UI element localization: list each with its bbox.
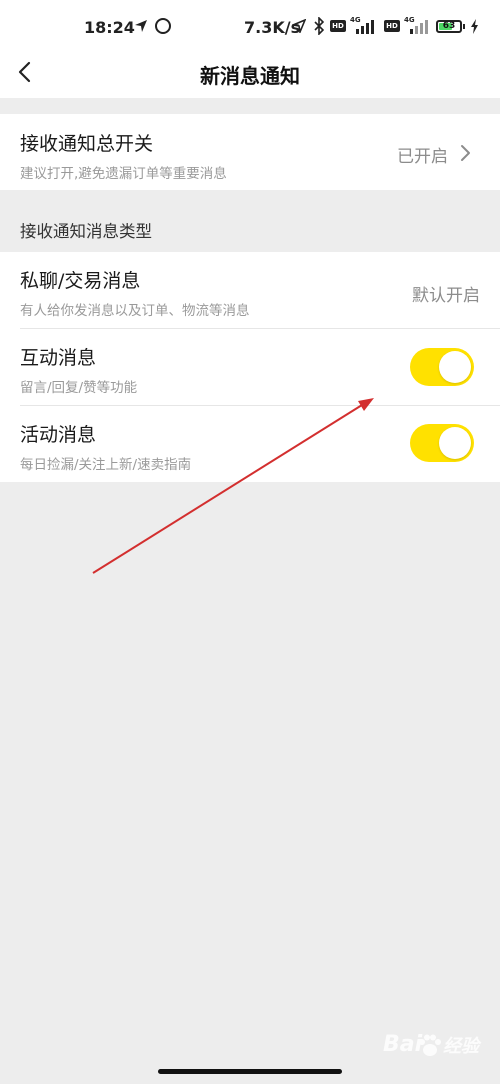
master-switch-row[interactable]: 接收通知总开关 建议打开,避免遗漏订单等重要消息 已开启 xyxy=(0,114,500,190)
master-switch-status: 已开启 xyxy=(397,147,448,167)
baidu-jingyan-watermark: Bai 经验 xyxy=(383,1030,493,1060)
signal-strength-icon: 4G xyxy=(404,16,430,36)
navigation-bar: 新消息通知 xyxy=(0,50,500,98)
interaction-messages-toggle[interactable] xyxy=(410,348,474,386)
section-label: 接收通知消息类型 xyxy=(20,222,152,241)
network-type-label: 4G xyxy=(350,16,361,24)
item-title: 互动消息 xyxy=(20,347,97,369)
item-title: 私聊/交易消息 xyxy=(20,270,141,292)
activity-messages-row: 活动消息 每日捡漏/关注上新/速卖指南 xyxy=(0,406,500,482)
battery-tip xyxy=(463,24,465,29)
interaction-messages-row: 互动消息 留言/回复/赞等功能 xyxy=(0,329,500,406)
charging-bolt-icon xyxy=(471,19,478,34)
battery-percent: 63 xyxy=(442,21,456,31)
status-bar: 18:24 7.3K/s HD 4G HD 4G 63 xyxy=(0,0,500,50)
toggle-knob xyxy=(439,427,471,459)
item-default-status: 默认开启 xyxy=(412,286,480,306)
master-switch-subtitle: 建议打开,避免遗漏订单等重要消息 xyxy=(20,166,227,182)
paw-logo-icon xyxy=(419,1034,441,1056)
status-time: 18:24 xyxy=(84,18,135,37)
signal-strength-icon: 4G xyxy=(350,16,376,36)
location-arrow-icon xyxy=(135,20,147,32)
item-title: 活动消息 xyxy=(20,424,97,446)
battery-icon: 63 xyxy=(436,20,462,33)
chevron-right-icon xyxy=(461,145,470,161)
hd-badge: HD xyxy=(330,20,346,32)
app-notification-icon xyxy=(155,18,171,34)
bluetooth-icon xyxy=(314,17,324,35)
home-indicator[interactable] xyxy=(158,1069,342,1074)
item-subtitle: 有人给你发消息以及订单、物流等消息 xyxy=(20,303,250,319)
activity-messages-toggle[interactable] xyxy=(410,424,474,462)
private-trade-messages-row: 私聊/交易消息 有人给你发消息以及订单、物流等消息 默认开启 xyxy=(0,252,500,329)
watermark-text-right: 经验 xyxy=(443,1036,479,1057)
page-title: 新消息通知 xyxy=(200,64,300,88)
location-arrow-icon xyxy=(292,19,306,33)
toggle-knob xyxy=(439,351,471,383)
notification-settings-page: 18:24 7.3K/s HD 4G HD 4G 63 新消息通知 接收通知总开… xyxy=(0,0,500,1084)
master-switch-title: 接收通知总开关 xyxy=(20,133,154,155)
network-type-label: 4G xyxy=(404,16,415,24)
item-subtitle: 每日捡漏/关注上新/速卖指南 xyxy=(20,457,192,473)
item-subtitle: 留言/回复/赞等功能 xyxy=(20,380,138,396)
hd-badge: HD xyxy=(384,20,400,32)
